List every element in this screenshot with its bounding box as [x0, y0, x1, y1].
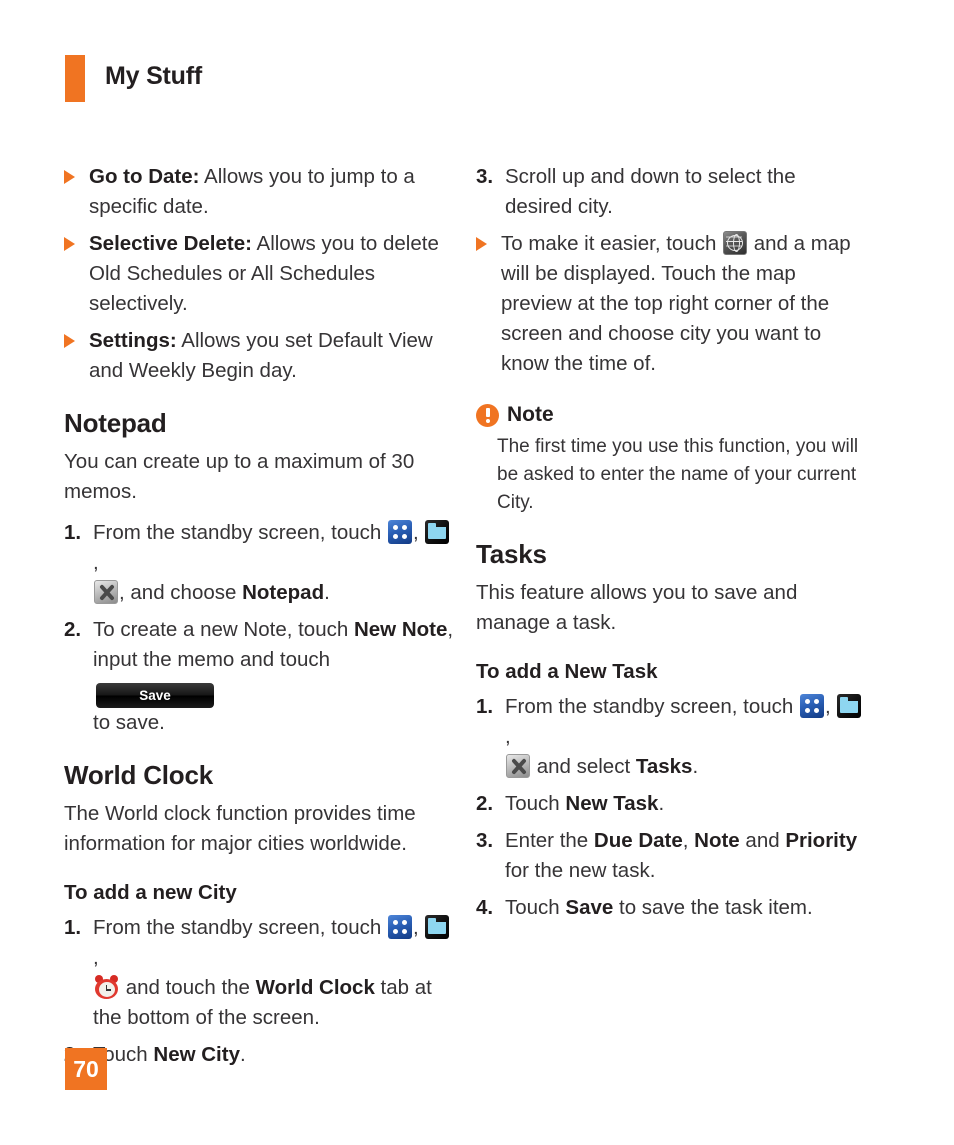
step-text-end: . [658, 792, 665, 815]
tasks-step-3: 3. Enter the Due Date, Note and Priority… [476, 826, 866, 886]
step-number: 2. [476, 792, 494, 815]
world-clock-step-2: 2. Touch New City. [64, 1040, 454, 1070]
step-bold-term: World Clock [255, 976, 375, 999]
note-title: Note [507, 403, 554, 426]
globe-icon [723, 231, 748, 255]
bullet-term: Settings: [89, 329, 177, 352]
bullet-map-tip: To make it easier, touch and a map will … [476, 229, 866, 379]
step-number: 1. [64, 916, 82, 939]
step-text-end: . [324, 581, 330, 604]
step-number: 1. [64, 521, 82, 544]
save-button[interactable]: Save [96, 683, 214, 708]
step-number: 4. [476, 896, 494, 919]
header-accent-bar [65, 55, 85, 102]
world-clock-step-3: 3. Scroll up and down to select the desi… [476, 162, 866, 222]
step-text-end: to save the task item. [613, 896, 813, 919]
step-text: Touch [505, 792, 566, 815]
step-bold-term: Note [694, 829, 740, 852]
step-separator: , [412, 521, 425, 544]
step-text-end: . [692, 755, 699, 778]
bullet-settings: Settings: Allows you set Default View an… [64, 326, 454, 386]
bullet-selective-delete: Selective Delete: Allows you to delete O… [64, 229, 454, 319]
subheading-add-new-task: To add a New Task [476, 660, 658, 683]
step-text-end: . [239, 1043, 246, 1066]
step-bold-term: New City [153, 1043, 240, 1066]
step-separator: , [93, 551, 99, 574]
step-text: , and choose [119, 581, 243, 604]
triangle-bullet-icon [64, 170, 75, 184]
step-number: 1. [476, 695, 494, 718]
grid-icon [799, 694, 824, 718]
step-number: 2. [64, 618, 82, 641]
step-text: From the standby screen, touch [93, 916, 387, 939]
grid-icon [387, 915, 412, 939]
step-bold-term: New Note [353, 618, 448, 641]
tools-icon [506, 754, 530, 778]
note-body: The first time you use this function, yo… [497, 436, 859, 513]
triangle-bullet-icon [476, 237, 487, 251]
tasks-step-1: 1. From the standby screen, touch , , an… [476, 692, 866, 782]
section-heading-notepad: Notepad [64, 408, 167, 438]
alarm-clock-icon [94, 975, 119, 1000]
note-callout-header: Note [476, 403, 866, 427]
tasks-intro: This feature allows you to save and mana… [476, 581, 798, 634]
folder-icon [425, 520, 450, 544]
step-number: 3. [476, 165, 494, 188]
step-text: Scroll up and down to select the desired… [505, 165, 796, 218]
tasks-step-2: 2. Touch New Task. [476, 789, 866, 819]
page-number-badge: 70 [65, 1048, 107, 1090]
folder-icon [425, 915, 450, 939]
step-bold-term: New Task [565, 792, 659, 815]
step-bold-term: Save [565, 896, 614, 919]
bullet-go-to-date: Go to Date: Allows you to jump to a spec… [64, 162, 454, 222]
folder-icon [837, 694, 862, 718]
step-separator: , [505, 725, 511, 748]
step-separator: , [682, 829, 695, 852]
step-text: Touch [505, 896, 566, 919]
step-text: and touch the [120, 976, 256, 999]
tools-icon [94, 580, 118, 604]
page-header: My Stuff [0, 0, 954, 120]
page-title: My Stuff [105, 62, 202, 90]
step-text: Enter the [505, 829, 594, 852]
right-column: 3. Scroll up and down to select the desi… [476, 162, 866, 930]
step-bold-term: Priority [785, 829, 858, 852]
exclamation-icon [476, 403, 499, 427]
tasks-step-4: 4. Touch Save to save the task item. [476, 893, 866, 923]
world-clock-intro: The World clock function provides time i… [64, 802, 416, 855]
step-text: From the standby screen, touch [505, 695, 799, 718]
subheading-add-new-city: To add a new City [64, 881, 237, 904]
step-text-end: to save. [93, 711, 165, 734]
notepad-intro: You can create up to a maximum of 30 mem… [64, 450, 415, 503]
triangle-bullet-icon [64, 334, 75, 348]
bullet-term: Go to Date: [89, 165, 200, 188]
bullet-text: To make it easier, touch [501, 232, 723, 255]
grid-icon [387, 520, 412, 544]
step-bold-term: Notepad [242, 581, 325, 604]
step-bold-term: Due Date [593, 829, 683, 852]
triangle-bullet-icon [64, 237, 75, 251]
step-number: 3. [476, 829, 494, 852]
step-separator: , [824, 695, 837, 718]
notepad-step-1: 1. From the standby screen, touch , , , … [64, 518, 454, 608]
step-bold-term: Tasks [635, 755, 693, 778]
world-clock-step-1: 1. From the standby screen, touch , , an… [64, 913, 454, 1033]
step-text: From the standby screen, touch [93, 521, 387, 544]
bullet-term: Selective Delete: [89, 232, 252, 255]
step-text: To create a new Note, touch [93, 618, 354, 641]
step-separator: , [93, 946, 99, 969]
step-separator: , [412, 916, 425, 939]
notepad-step-2: 2. To create a new Note, touch New Note,… [64, 615, 454, 738]
section-heading-tasks: Tasks [476, 539, 547, 569]
step-text-end: for the new task. [505, 859, 656, 882]
section-heading-world-clock: World Clock [64, 760, 214, 790]
left-column: Go to Date: Allows you to jump to a spec… [64, 162, 454, 1077]
step-separator: and [739, 829, 786, 852]
step-text: and select [531, 755, 636, 778]
